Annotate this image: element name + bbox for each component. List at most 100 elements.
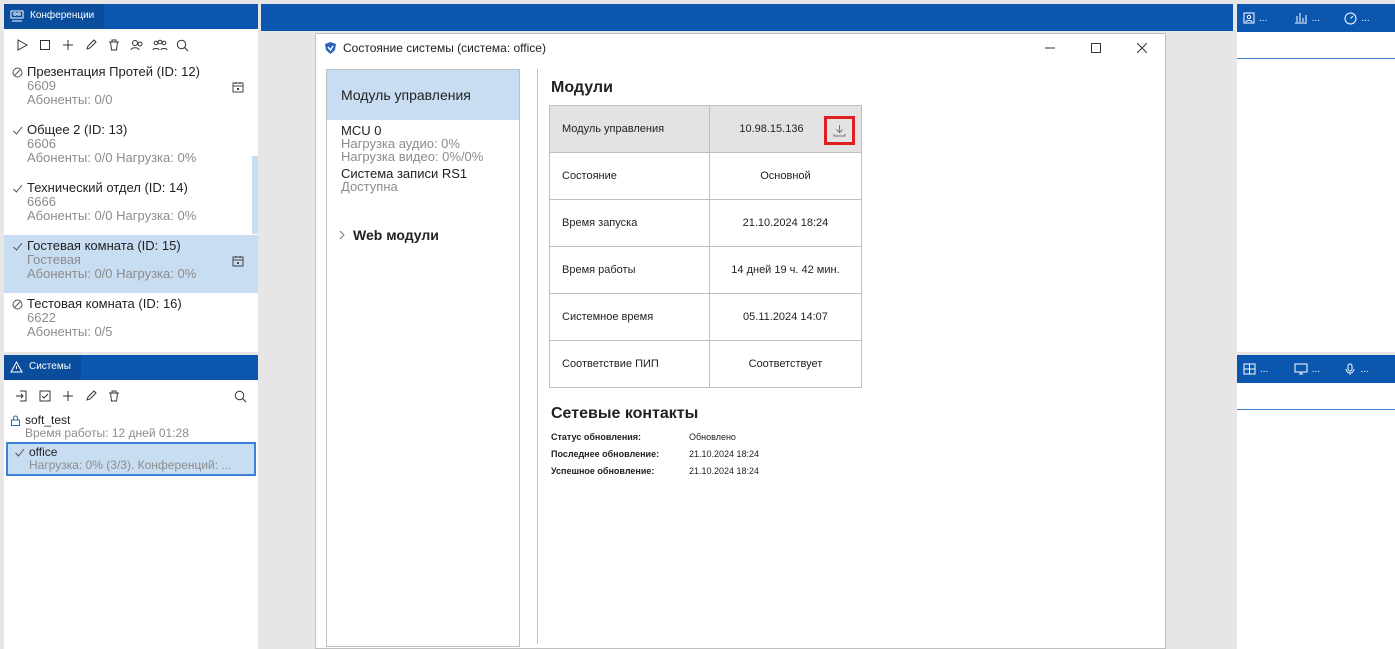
login-icon[interactable]	[10, 384, 33, 408]
right-top-divider	[1237, 58, 1395, 59]
download-button[interactable]	[824, 116, 855, 145]
table-row: Системное время 05.11.2024 14:07	[549, 293, 863, 341]
system-status-dialog: Состояние системы (система: office) Моду…	[315, 33, 1166, 649]
conference-item-12[interactable]: Презентация Протей (ID: 12) 6609 Абонент…	[4, 61, 258, 119]
tab-contacts[interactable]: ...	[1243, 12, 1294, 24]
download-icon	[833, 124, 846, 137]
network-contacts-heading: Сетевые контакты	[551, 405, 699, 422]
add-icon[interactable]	[56, 384, 79, 408]
conference-subscribers: Абоненты: 0/0 Нагрузка: 0%	[27, 150, 197, 165]
conference-title: Технический отдел (ID: 14)	[27, 180, 188, 195]
conferences-panel: Конференции Презентация Протей (ID: 12) …	[4, 4, 258, 352]
nav-item-mcu[interactable]: MCU 0 Нагрузка аудио: 0% Нагрузка видео:…	[327, 120, 519, 163]
conference-number: 6609	[27, 78, 56, 93]
tab-monitor[interactable]: ...	[1344, 12, 1395, 25]
right-top-tabs: ... ... ...	[1237, 4, 1395, 32]
nav-item-web-modules[interactable]: Web модули	[327, 227, 519, 243]
tab-conferences[interactable]: Конференции	[4, 4, 105, 29]
module-key: Время запуска	[549, 199, 710, 247]
nav-item-control-module[interactable]: Модуль управления	[327, 70, 519, 120]
right-top-panel: ... ... ...	[1237, 4, 1395, 352]
right-bottom-panel: ... ... ...	[1237, 355, 1395, 649]
minimize-button[interactable]	[1027, 34, 1073, 62]
bar-chart-icon	[1294, 12, 1308, 24]
right-bottom-divider	[1237, 409, 1395, 410]
tab-contacts-label: ...	[1259, 12, 1268, 24]
conference-item-13[interactable]: Общее 2 (ID: 13) 6606 Абоненты: 0/0 Нагр…	[4, 119, 258, 177]
dialog-vertical-divider	[537, 69, 538, 644]
tab-systems[interactable]: Системы	[4, 355, 81, 380]
conference-item-14[interactable]: Технический отдел (ID: 14) 6666 Абоненты…	[4, 177, 258, 235]
conference-subscribers: Абоненты: 0/5	[27, 324, 113, 339]
table-row: Время запуска 21.10.2024 18:24	[549, 199, 863, 247]
check-icon	[12, 241, 23, 252]
network-row: Успешное обновление: 21.10.2024 18:24	[551, 464, 759, 479]
dialog-navigation-list: Модуль управления MCU 0 Нагрузка аудио: …	[326, 69, 520, 647]
tab-microphones-label: ...	[1360, 363, 1369, 375]
top-blue-bar	[261, 4, 1233, 31]
module-key: Состояние	[549, 152, 710, 200]
system-load: Нагрузка: 0% (3/3). Конференций: ...	[29, 459, 232, 472]
stop-icon[interactable]	[33, 33, 56, 57]
maximize-button[interactable]	[1073, 34, 1119, 62]
module-key: Модуль управления	[549, 105, 710, 153]
lock-icon	[10, 415, 21, 426]
network-value: 21.10.2024 18:24	[689, 449, 760, 459]
trash-icon[interactable]	[102, 33, 125, 57]
conference-list-scrollbar[interactable]	[252, 156, 258, 234]
checkbox-icon[interactable]	[33, 384, 56, 408]
module-value: 14 дней 19 ч. 42 мин.	[708, 246, 863, 294]
conference-number: 6622	[27, 310, 56, 325]
edit-icon[interactable]	[79, 384, 102, 408]
warning-triangle-icon	[10, 360, 23, 373]
search-icon[interactable]	[171, 33, 194, 57]
modules-table: Модуль управления 10.98.15.136 Состояние…	[549, 105, 863, 388]
network-value: Обновлено	[689, 432, 736, 442]
network-row: Последнее обновление: 21.10.2024 18:24	[551, 447, 759, 462]
app-shield-icon	[324, 41, 337, 55]
system-item-soft-test[interactable]: soft_test Время работы: 12 дней 01:28	[4, 412, 258, 442]
conferences-panel-header: Конференции	[4, 4, 258, 29]
microphone-icon	[1344, 363, 1356, 376]
right-bottom-tabs: ... ... ...	[1237, 355, 1395, 383]
disabled-status-icon	[12, 67, 23, 78]
tab-statistics[interactable]: ...	[1294, 12, 1345, 24]
play-icon[interactable]	[10, 33, 33, 57]
conference-item-15[interactable]: Гостевая комната (ID: 15) Гостевая Абоне…	[4, 235, 258, 293]
module-key: Время работы	[549, 246, 710, 294]
recording-status: Доступна	[341, 179, 398, 194]
conference-number: Гостевая	[27, 252, 81, 267]
add-icon[interactable]	[56, 33, 79, 57]
module-ip: 10.98.15.136	[739, 123, 804, 135]
module-value: 21.10.2024 18:24	[708, 199, 863, 247]
tab-screens-label: ...	[1311, 363, 1321, 375]
network-key: Последнее обновление:	[551, 449, 660, 459]
disabled-status-icon	[12, 299, 23, 310]
module-key: Системное время	[549, 293, 710, 341]
network-key: Статус обновления:	[551, 432, 642, 442]
systems-panel-header: Системы	[4, 355, 258, 380]
conference-title: Гостевая комната (ID: 15)	[27, 238, 181, 253]
modules-heading: Модули	[551, 79, 613, 96]
conference-item-16[interactable]: Тестовая комната (ID: 16) 6622 Абоненты:…	[4, 293, 258, 351]
tab-microphones[interactable]: ...	[1344, 363, 1395, 376]
close-button[interactable]	[1119, 34, 1165, 62]
conference-title: Презентация Протей (ID: 12)	[27, 64, 200, 79]
system-item-office[interactable]: office Нагрузка: 0% (3/3). Конференций: …	[6, 442, 256, 476]
system-uptime: Время работы: 12 дней 01:28	[25, 427, 189, 440]
conference-number: 6606	[27, 136, 56, 151]
tab-layouts-label: ...	[1260, 363, 1269, 375]
users-multiple-icon[interactable]	[148, 33, 171, 57]
nav-item-recording-system[interactable]: Система записи RS1 Доступна	[327, 163, 519, 193]
edit-icon[interactable]	[79, 33, 102, 57]
tab-layouts[interactable]: ...	[1243, 363, 1294, 375]
search-icon[interactable]	[229, 384, 252, 408]
systems-panel: Системы soft_test Время работы: 12 дней …	[4, 355, 258, 649]
trash-icon[interactable]	[102, 384, 125, 408]
user-group-icon[interactable]	[125, 33, 148, 57]
window-controls	[1027, 34, 1165, 62]
tab-screens[interactable]: ...	[1294, 363, 1345, 375]
conference-list: Презентация Протей (ID: 12) 6609 Абонент…	[4, 61, 258, 351]
calendar-icon	[232, 255, 244, 267]
check-icon	[14, 447, 25, 458]
